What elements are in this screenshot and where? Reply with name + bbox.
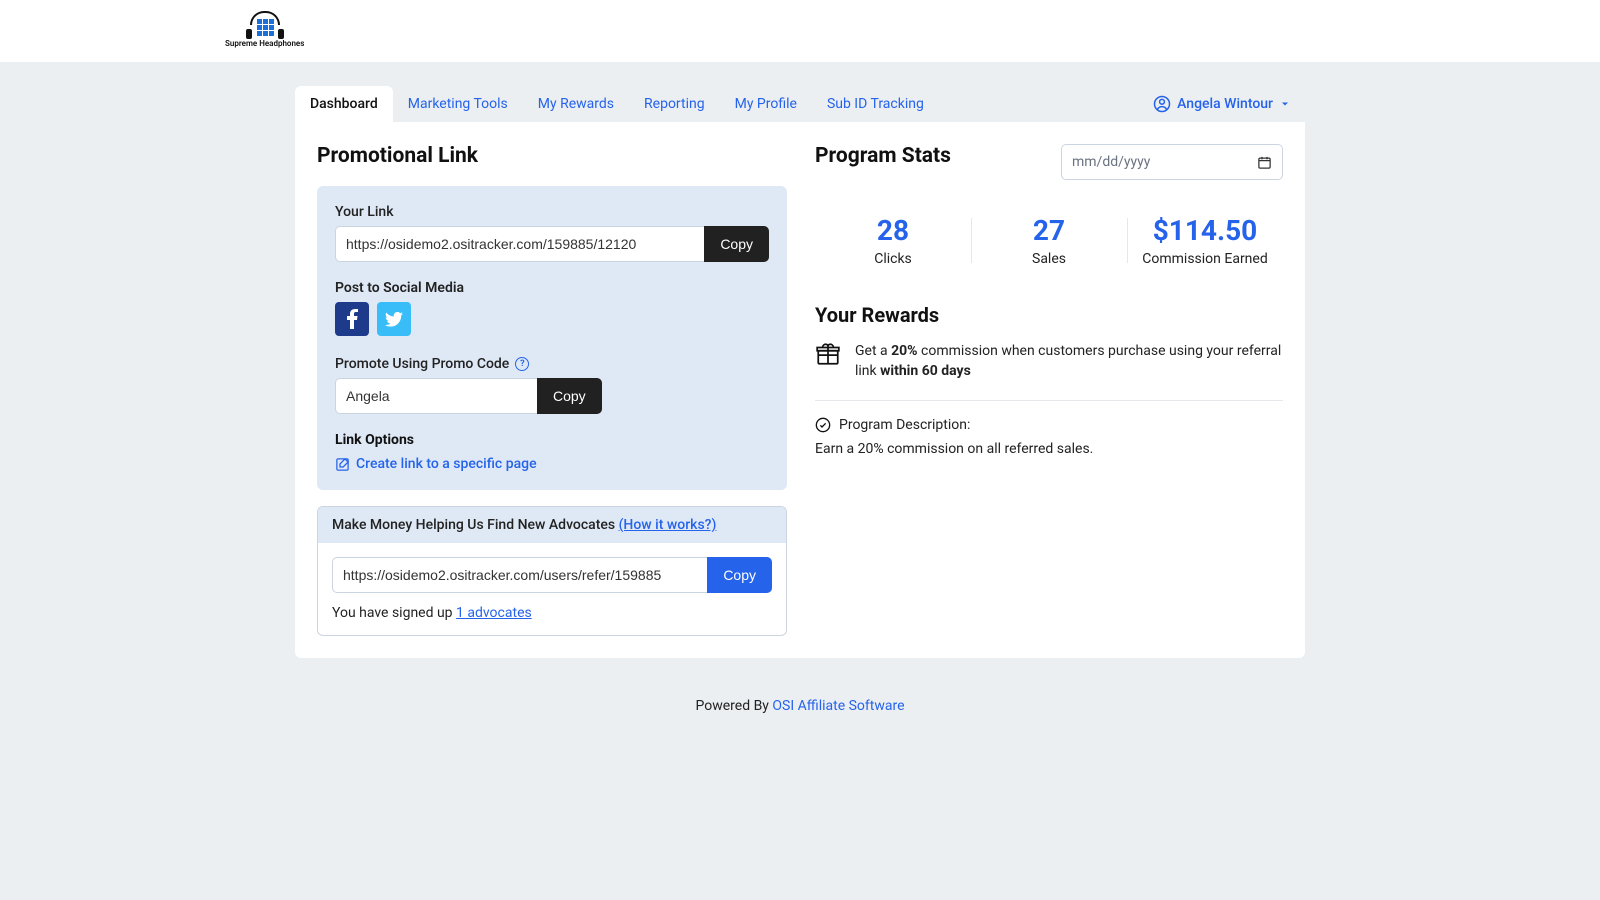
help-icon[interactable]: ? xyxy=(515,357,529,371)
advocate-heading: Make Money Helping Us Find New Advocates… xyxy=(318,507,786,543)
reward-line: Get a 20% commission when customers purc… xyxy=(815,341,1283,401)
calendar-icon xyxy=(1257,155,1272,170)
promo-code-label: Promote Using Promo Code xyxy=(335,356,509,372)
stat-sales: 27 Sales xyxy=(971,214,1127,267)
brand-logo: Supreme Headphones xyxy=(225,15,304,48)
twitter-icon xyxy=(385,312,403,327)
tab-reporting[interactable]: Reporting xyxy=(629,86,720,122)
stat-commission: $114.50 Commission Earned xyxy=(1127,214,1283,267)
user-menu[interactable]: Angela Wintour xyxy=(1153,95,1305,113)
promo-heading: Promotional Link xyxy=(317,144,787,168)
brand-name: Supreme Headphones xyxy=(225,39,304,48)
rewards-heading: Your Rewards xyxy=(815,303,1283,327)
checkmark-circle-icon xyxy=(815,417,831,433)
tab-my-rewards[interactable]: My Rewards xyxy=(523,86,629,122)
footer-link[interactable]: OSI Affiliate Software xyxy=(772,698,904,714)
advocates-count-link[interactable]: 1 advocates xyxy=(456,605,532,621)
chevron-down-icon xyxy=(1279,98,1291,110)
user-icon xyxy=(1153,95,1171,113)
facebook-icon xyxy=(346,309,358,329)
advocate-box: Make Money Helping Us Find New Advocates… xyxy=(317,506,787,636)
twitter-button[interactable] xyxy=(377,302,411,336)
copy-link-button[interactable]: Copy xyxy=(704,226,769,262)
main-card: Promotional Link Your Link Copy Post to … xyxy=(295,122,1305,658)
date-filter-input[interactable]: mm/dd/yyyy xyxy=(1061,144,1283,180)
stat-clicks: 28 Clicks xyxy=(815,214,971,267)
tab-marketing-tools[interactable]: Marketing Tools xyxy=(393,86,523,122)
gift-icon xyxy=(815,341,841,367)
your-link-label: Your Link xyxy=(335,204,769,220)
nav-tabs: Dashboard Marketing Tools My Rewards Rep… xyxy=(295,86,1305,122)
headphones-icon xyxy=(246,15,284,37)
program-desc-text: Earn a 20% commission on all referred sa… xyxy=(815,439,1283,459)
tab-sub-id-tracking[interactable]: Sub ID Tracking xyxy=(812,86,939,122)
edit-icon xyxy=(335,457,350,472)
copy-promo-button[interactable]: Copy xyxy=(537,378,602,414)
facebook-button[interactable] xyxy=(335,302,369,336)
stats-row: 28 Clicks 27 Sales $114.50 Commission Ea… xyxy=(815,214,1283,267)
top-header: Supreme Headphones xyxy=(0,0,1600,62)
create-link-specific-page[interactable]: Create link to a specific page xyxy=(335,456,769,472)
promo-box: Your Link Copy Post to Social Media Prom… xyxy=(317,186,787,490)
copy-advocate-button[interactable]: Copy xyxy=(707,557,772,593)
footer: Powered By OSI Affiliate Software xyxy=(0,658,1600,734)
program-desc-label-row: Program Description: xyxy=(815,417,1283,433)
program-stats-heading: Program Stats xyxy=(815,144,951,168)
tab-dashboard[interactable]: Dashboard xyxy=(295,86,393,122)
user-name: Angela Wintour xyxy=(1177,96,1273,112)
link-options-heading: Link Options xyxy=(335,432,769,448)
how-it-works-link[interactable]: (How it works?) xyxy=(619,517,717,533)
promo-code-input[interactable] xyxy=(335,378,537,414)
your-link-input[interactable] xyxy=(335,226,704,262)
post-social-label: Post to Social Media xyxy=(335,280,769,296)
tab-my-profile[interactable]: My Profile xyxy=(720,86,812,122)
signed-up-text: You have signed up 1 advocates xyxy=(332,605,772,621)
advocate-link-input[interactable] xyxy=(332,557,707,593)
